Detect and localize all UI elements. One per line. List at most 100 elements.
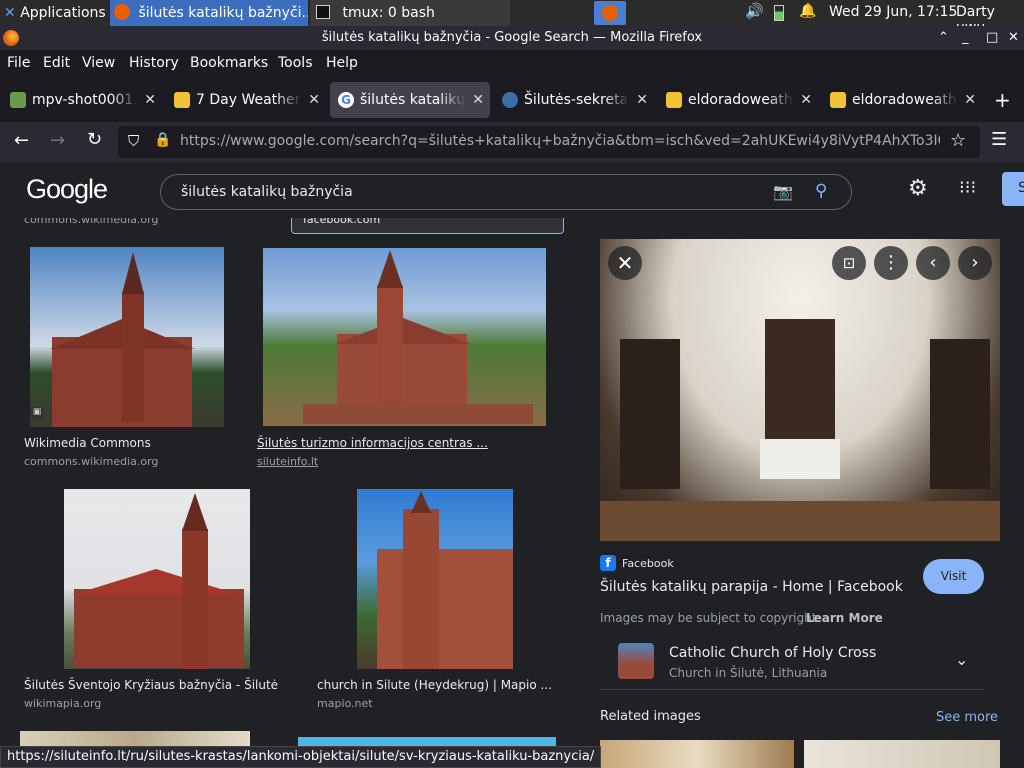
result-image-3[interactable] — [64, 489, 250, 669]
hover-card[interactable]: facebook.com — [291, 218, 564, 234]
forward-icon[interactable]: → — [50, 130, 65, 151]
see-more-link[interactable]: See more — [936, 710, 998, 725]
bookmark-star-icon[interactable]: ☆ — [950, 130, 966, 151]
menu-help[interactable]: Help — [326, 55, 358, 71]
visit-button[interactable]: Visit — [923, 559, 984, 594]
tab-google-search[interactable]: G šilutės katalikų bažnyčia ✕ — [330, 82, 490, 118]
tab-silutes-sekretariatas[interactable]: Šilutės-sekretariatas ✕ — [494, 82, 654, 118]
church-picture — [74, 589, 244, 667]
camera-icon[interactable]: 📷 — [773, 182, 793, 201]
church-roof — [72, 569, 240, 595]
battery-icon[interactable] — [774, 5, 784, 21]
tab-label: eldoradoweather.com — [852, 92, 958, 108]
google-favicon-icon: G — [338, 92, 354, 108]
google-logo[interactable]: Google — [26, 174, 108, 205]
maximize-icon[interactable]: □ — [986, 26, 998, 50]
menu-bar: File Edit View History Bookmarks Tools H… — [0, 50, 1024, 78]
altar-table — [760, 439, 840, 479]
tab-eldorado-1[interactable]: eldoradoweather.com ✕ — [658, 82, 818, 118]
related-image-1[interactable] — [600, 740, 794, 768]
more-options-icon[interactable]: ⋮ — [874, 246, 908, 280]
tab-label: mpv-shot0001.jpg — [32, 92, 138, 108]
chevron-down-icon[interactable]: ⌄ — [955, 650, 968, 669]
weather-favicon-icon — [666, 92, 682, 108]
result-caption[interactable]: Šilutės turizmo informacijos centras ... — [257, 436, 488, 450]
search-box[interactable]: šilutės katalikų bažnyčia 📷 ⚲ — [160, 174, 852, 210]
close-tab-icon[interactable]: ✕ — [964, 82, 976, 118]
window-title: šilutės katalikų bažnyčia - Google Searc… — [321, 30, 703, 45]
clock[interactable]: Wed 29 Jun, 17:15 — [829, 4, 957, 20]
related-image-2[interactable] — [804, 740, 1000, 768]
close-tab-icon[interactable]: ✕ — [472, 82, 484, 118]
next-image-icon[interactable]: › — [958, 246, 992, 280]
volume-icon[interactable]: 🔊 — [745, 2, 764, 20]
menu-file[interactable]: File — [7, 55, 30, 71]
menu-history[interactable]: History — [129, 55, 179, 71]
church-spire — [377, 250, 403, 288]
tracking-shield-icon[interactable]: ⛉ — [128, 132, 139, 150]
result-source[interactable]: wikimapia.org — [24, 697, 101, 710]
search-results: commons.wikimedia.org facebook.com ▣ Wik… — [0, 218, 1024, 768]
url-bar[interactable]: ⛉ 🔒 https://www.google.com/search?q=šilu… — [118, 126, 980, 158]
panel-title[interactable]: Šilutės katalikų parapija - Home | Faceb… — [600, 579, 903, 595]
facebook-icon: f — [600, 555, 616, 571]
firefox-icon — [114, 4, 130, 20]
entity-description: Church in Šilutė, Lithuania — [669, 666, 828, 680]
menu-view[interactable]: View — [82, 55, 115, 71]
launcher-firefox-icon[interactable] — [594, 1, 626, 25]
result-caption[interactable]: Wikimedia Commons — [24, 436, 151, 450]
result-image-2[interactable] — [263, 248, 546, 426]
result-source[interactable]: mapio.net — [317, 697, 373, 710]
reload-icon[interactable]: ↻ — [87, 129, 102, 150]
applications-menu[interactable]: ✕ Applications ☰ — [0, 0, 108, 26]
minimize-button[interactable]: _ — [962, 26, 969, 50]
apps-grid-icon[interactable]: ⁝⁝⁝ — [959, 177, 976, 198]
result-source[interactable]: commons.wikimedia.org — [24, 218, 158, 226]
result-image-4[interactable] — [357, 489, 513, 669]
image-preview-panel: ✕ ⊡ ⋮ ‹ › f Facebook Šilutės katalikų pa… — [578, 218, 1024, 768]
learn-more-link[interactable]: Learn More — [806, 611, 883, 625]
close-tab-icon[interactable]: ✕ — [636, 82, 648, 118]
result-caption[interactable]: Šilutės Šventojo Kryžiaus bažnyčia - Šil… — [24, 678, 278, 692]
previous-image-icon[interactable]: ‹ — [916, 246, 950, 280]
close-tab-icon[interactable]: ✕ — [308, 82, 320, 118]
google-header: Google šilutės katalikų bažnyčia 📷 ⚲ ⚙ ⁝… — [0, 162, 1024, 218]
church-tower — [182, 529, 208, 669]
search-icon[interactable]: ⚲ — [815, 181, 827, 201]
minimize-icon[interactable]: ⌃ — [938, 26, 949, 50]
tab-weather[interactable]: 7 Day Weather Forecast ✕ — [166, 82, 326, 118]
result-caption[interactable]: church in Silute (Heydekrug) | Mapio ... — [317, 678, 552, 692]
fence — [303, 404, 533, 424]
lock-icon[interactable]: 🔒 — [154, 132, 171, 148]
close-icon[interactable]: ✕ — [1008, 26, 1019, 50]
close-tab-icon[interactable]: ✕ — [144, 82, 156, 118]
knowledge-entity[interactable]: Catholic Church of Holy Cross Church in … — [600, 636, 984, 690]
tab-eldorado-2[interactable]: eldoradoweather.com ✕ — [822, 82, 982, 118]
sign-in-button[interactable]: S — [1002, 172, 1024, 206]
back-icon[interactable]: ← — [14, 130, 29, 151]
result-source[interactable]: commons.wikimedia.org — [24, 455, 158, 468]
result-source[interactable]: siluteinfo.lt — [257, 455, 318, 468]
search-input[interactable]: šilutės katalikų bažnyčia — [181, 184, 353, 200]
preview-image[interactable] — [600, 239, 1000, 541]
menu-edit[interactable]: Edit — [43, 55, 70, 71]
visit-label: Visit — [940, 569, 967, 583]
close-preview-icon[interactable]: ✕ — [608, 246, 642, 280]
window-titlebar: šilutės katalikų bažnyčia - Google Searc… — [0, 26, 1024, 50]
notification-icon[interactable]: 🔔 — [799, 3, 816, 19]
url-text[interactable]: https://www.google.com/search?q=šilutės+… — [180, 133, 940, 149]
result-image-1[interactable]: ▣ — [30, 247, 224, 427]
menu-tools[interactable]: Tools — [278, 55, 313, 71]
settings-gear-icon[interactable]: ⚙ — [908, 176, 928, 201]
hamburger-menu-icon[interactable]: ☰ — [991, 129, 1007, 150]
lens-icon[interactable]: ⊡ — [832, 246, 866, 280]
result-source[interactable]: facebook.com — [303, 218, 380, 226]
taskbar-window-firefox[interactable]: šilutės katalikų bažnyči... — [110, 0, 308, 26]
weather-favicon-icon — [830, 92, 846, 108]
panel-site-name[interactable]: Facebook — [622, 557, 674, 570]
menu-bookmarks[interactable]: Bookmarks — [190, 55, 268, 71]
new-tab-icon[interactable]: + — [994, 88, 1011, 112]
taskbar-window-tmux[interactable]: tmux: 0 bash — [310, 0, 510, 26]
tab-mpv-shot[interactable]: mpv-shot0001.jpg ✕ — [2, 82, 162, 118]
close-tab-icon[interactable]: ✕ — [800, 82, 812, 118]
